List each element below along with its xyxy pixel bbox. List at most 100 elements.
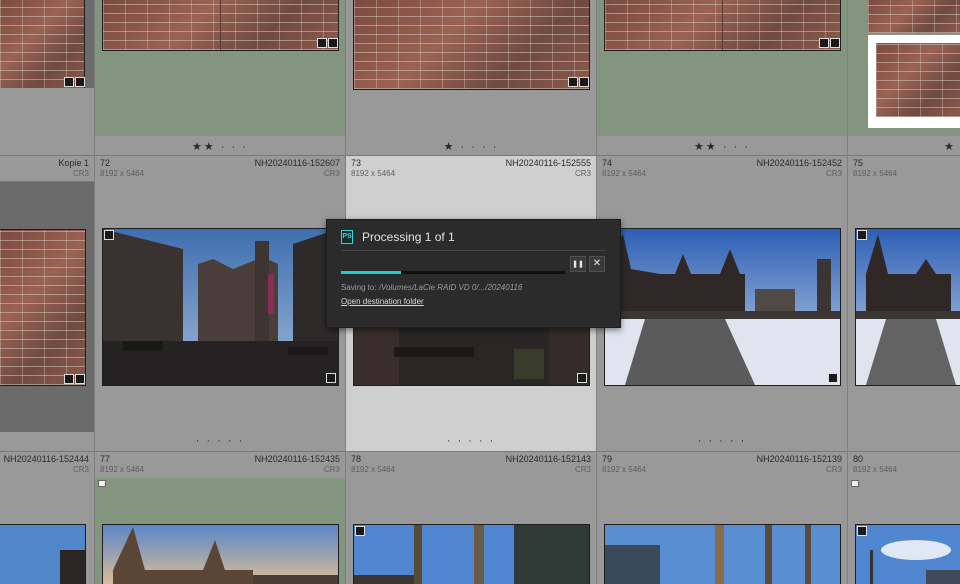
pause-icon: ❚❚ <box>572 261 584 268</box>
crop-badge-icon <box>830 38 840 48</box>
rating-stars[interactable]: ★★ · · · <box>597 140 847 153</box>
edit-badge-icon <box>64 374 74 384</box>
thumbnail[interactable] <box>102 228 339 386</box>
thumbnail[interactable] <box>0 524 86 584</box>
thumbnail[interactable] <box>604 228 841 386</box>
thumbnail[interactable] <box>868 35 960 128</box>
pause-button[interactable]: ❚❚ <box>570 256 586 272</box>
file-extension: CR3 <box>825 169 842 178</box>
divider <box>341 250 606 251</box>
app-icon: PS <box>341 230 353 244</box>
grid-cell-mid-1[interactable]: 72 NH20240116-152607 8192 x 5464 CR3 · ·… <box>95 155 346 451</box>
stack-badge-icon <box>104 230 114 240</box>
image-dimensions: 8192 x 5464 <box>602 169 647 178</box>
grid-cell-top-1[interactable]: ★★ · · · <box>95 0 346 155</box>
file-extension: CR3 <box>323 169 340 178</box>
file-name: NH20240116-152444 <box>3 454 89 464</box>
thumbnail[interactable] <box>353 524 590 584</box>
file-extension: CR3 <box>825 465 842 474</box>
file-name: NH20240116-152139 <box>756 454 842 464</box>
saving-label: Saving to: <box>341 283 379 292</box>
thumbnail[interactable] <box>868 0 960 33</box>
file-name: NH20240116-152555 <box>505 158 591 168</box>
grid-cell-bot-0[interactable]: NH20240116-152444 CR3 <box>0 451 95 584</box>
crop-badge-icon <box>328 38 338 48</box>
edit-badge-icon <box>317 38 327 48</box>
grid-cell-bot-1[interactable]: 77 NH20240116-152435 8192 x 5464 CR3 <box>95 451 346 584</box>
grid-cell-top-4[interactable]: ★ <box>848 0 960 155</box>
progress-fill <box>341 271 402 274</box>
edit-badge-icon <box>577 373 587 383</box>
grid-index: 73 <box>351 158 362 168</box>
thumbnail[interactable] <box>855 228 960 386</box>
grid-index: 74 <box>602 158 613 168</box>
grid-cell-bot-2[interactable]: 78 NH20240116-152143 8192 x 5464 CR3 <box>346 451 597 584</box>
image-dimensions: 8192 x 5464 <box>853 169 898 178</box>
rating-stars[interactable]: · · · · · <box>346 435 596 447</box>
thumbnail[interactable] <box>353 0 590 90</box>
saving-status: Saving to: /Volumes/LaCie RAID VD 0/.../… <box>341 283 522 292</box>
stack-badge-icon <box>857 526 867 536</box>
grid-cell-bot-4[interactable]: 80 8192 x 5464 <box>848 451 960 584</box>
rating-stars[interactable]: · · · · · <box>597 435 847 447</box>
edit-badge-icon <box>64 77 74 87</box>
edit-badge-icon <box>568 77 578 87</box>
file-extension: CR3 <box>72 465 89 474</box>
grid-cell-top-2[interactable]: ★ · · · · <box>346 0 597 155</box>
grid-index: 80 <box>853 454 864 464</box>
crop-badge-icon <box>75 374 85 384</box>
grid-index: 78 <box>351 454 362 464</box>
edit-badge-icon <box>819 38 829 48</box>
thumbnail[interactable] <box>102 0 339 51</box>
thumbnail[interactable] <box>855 524 960 584</box>
image-dimensions: 8192 x 5464 <box>602 465 647 474</box>
processing-dialog: PS Processing 1 of 1 ❚❚ ✕ Saving to: /Vo… <box>326 219 621 328</box>
grid-index: 77 <box>100 454 111 464</box>
grid-cell-mid-3[interactable]: 74 NH20240116-152452 8192 x 5464 CR3 · ·… <box>597 155 848 451</box>
rating-stars[interactable]: ★ · · · · <box>346 140 596 153</box>
file-name: Kopie 1 <box>58 158 89 168</box>
thumbnail[interactable] <box>0 229 86 386</box>
open-destination-folder-link[interactable]: Open destination folder <box>341 297 424 306</box>
dialog-title: Processing 1 of 1 <box>362 230 455 244</box>
stack-badge-icon <box>857 230 867 240</box>
file-name: NH20240116-152607 <box>254 158 340 168</box>
file-extension: CR3 <box>323 465 340 474</box>
thumbnail[interactable] <box>102 524 339 584</box>
grid-index: 79 <box>602 454 613 464</box>
grid-cell-top-3[interactable]: ★★ · · · <box>597 0 848 155</box>
grid-cell-top-0[interactable] <box>0 0 95 155</box>
file-name: NH20240116-152435 <box>254 454 340 464</box>
flag-icon[interactable] <box>851 480 859 487</box>
image-dimensions: 8192 x 5464 <box>100 465 145 474</box>
rating-stars[interactable]: ★ <box>944 140 956 153</box>
crop-badge-icon <box>579 77 589 87</box>
flag-icon[interactable] <box>98 480 106 487</box>
thumbnail[interactable] <box>604 0 841 51</box>
file-name: NH20240116-152143 <box>505 454 591 464</box>
saving-path: /Volumes/LaCie RAID VD 0/.../20240116 <box>378 283 523 292</box>
file-name: NH20240116-152452 <box>756 158 842 168</box>
edit-badge-icon <box>828 373 838 383</box>
stack-badge-icon <box>355 526 365 536</box>
crop-badge-icon <box>75 77 85 87</box>
rating-stars[interactable]: ★★ · · · <box>95 140 345 153</box>
rating-stars[interactable]: · · · · · <box>95 435 345 447</box>
file-extension: CR3 <box>574 465 591 474</box>
image-dimensions: 8192 x 5464 <box>351 169 396 178</box>
grid-cell-mid-4[interactable]: 75 8192 x 5464 <box>848 155 960 451</box>
edit-badge-icon <box>326 373 336 383</box>
file-extension: CR3 <box>72 169 89 178</box>
cancel-button[interactable]: ✕ <box>589 256 605 272</box>
image-dimensions: 8192 x 5464 <box>351 465 396 474</box>
image-dimensions: 8192 x 5464 <box>100 169 145 178</box>
progress-bar <box>341 271 565 274</box>
thumbnail[interactable] <box>604 524 841 584</box>
grid-cell-mid-0[interactable]: Kopie 1 CR3 <box>0 155 95 451</box>
image-dimensions: 8192 x 5464 <box>853 465 898 474</box>
grid-cell-bot-3[interactable]: 79 NH20240116-152139 8192 x 5464 CR3 <box>597 451 848 584</box>
close-icon: ✕ <box>592 258 602 269</box>
file-extension: CR3 <box>574 169 591 178</box>
grid-index: 72 <box>100 158 111 168</box>
grid-index: 75 <box>853 158 864 168</box>
